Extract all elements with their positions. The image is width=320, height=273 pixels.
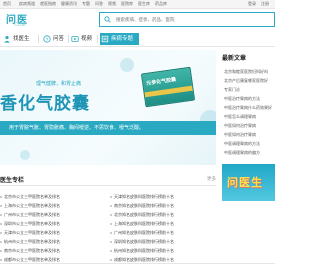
list-item[interactable]: 广州知名皮肤科医院排行榜前十名 [110, 228, 216, 237]
topbar-link-disease[interactable]: 疾病频道 [19, 1, 35, 7]
sidebar-title: 最新文章 [222, 56, 247, 62]
list-item[interactable]: 北京知名皮肤科医院排行榜前十名 [110, 210, 216, 219]
nav-item-disease-topic[interactable]: 疾病专题 [100, 33, 140, 45]
list-item[interactable]: 北京市公立三甲医院名单及排名 [0, 192, 106, 201]
sidebar-ad[interactable]: 问医生 [222, 164, 275, 201]
nav-item-label: 疾病专题 [111, 36, 134, 42]
list-item[interactable]: 上海知名皮肤科医院排行榜前十名 [110, 219, 216, 228]
list-item[interactable]: 杭州知名皮肤科医院排行榜前十名 [110, 246, 216, 255]
list-item[interactable]: 北京和睦家医院妇科好吗 [222, 67, 275, 76]
top-utility-bar: 首页 疾病频道 就医指南 健康资讯 专题 问答 视频 医院库 医生库 药品库 登… [0, 0, 275, 9]
list-item[interactable]: 天津知名皮肤科医院排行榜前十名 [110, 192, 216, 201]
topbar-link-qa[interactable]: 问答 [95, 1, 103, 7]
sidebar-ad-text: 问医生 [227, 177, 263, 189]
topbar-link-hospital[interactable]: 医院库 [121, 1, 133, 7]
list-item[interactable]: 中医如何治疗胃病 [222, 121, 275, 130]
banner-description: 用于胃脘气胀、胃隐胀痛、胸闷嗳逆、不思饮食、嗳气泛酸。 [9, 125, 145, 131]
banner-tagline: 理气健脾，和胃止痛 [36, 81, 82, 87]
list-item[interactable]: 中医调理胃病的方法 [222, 139, 275, 148]
nav-item-video[interactable]: 视频 [70, 33, 92, 45]
svg-text:?: ? [46, 37, 49, 43]
decor-dot [120, 58, 134, 72]
list-item[interactable]: 广州市公立三甲医院名单及排名 [0, 210, 106, 219]
section-title: 医生专栏 [0, 178, 25, 184]
register-link[interactable]: 注册 [261, 1, 269, 7]
topbar-link-guide[interactable]: 就医指南 [40, 1, 56, 7]
list-item[interactable]: 杭州市公立三甲医院名单及排名 [0, 237, 106, 246]
video-icon [71, 36, 79, 42]
more-link[interactable]: 更多 [207, 176, 216, 182]
topbar-link-home[interactable]: 首页 [3, 1, 11, 7]
topbar-link-doctor[interactable]: 医生库 [138, 1, 150, 7]
list-item[interactable]: 天津市公立三甲医院名单及排名 [0, 228, 106, 237]
list-item[interactable]: 上海市公立三甲医院名单及排名 [0, 201, 106, 210]
list-item[interactable]: 中医治疗胃病什么药效果好 [222, 103, 275, 112]
site-header: 问医 COM [0, 9, 275, 31]
search-box [99, 12, 275, 27]
logo-subtext: COM [14, 22, 26, 28]
topbar-link-drug[interactable]: 药品库 [155, 1, 167, 7]
banner-title: 香化气胶囊 [0, 94, 90, 113]
question-icon: ? [43, 35, 51, 43]
nav-item-qa[interactable]: ? 问答 [42, 33, 64, 45]
product-box-label: 元参化气胶囊 [145, 76, 177, 87]
nav-item-label: 问答 [53, 36, 65, 42]
doctor-icon [4, 35, 10, 43]
nav-item-label: 视频 [81, 36, 93, 42]
product-box-image: 元参化气胶囊 [140, 66, 196, 108]
decor-dot [20, 150, 30, 160]
next-section-divider [0, 263, 275, 273]
list-item[interactable]: 北京产后康复哪家医院好 [222, 76, 275, 85]
topic-icon [101, 35, 109, 43]
sidebar: 最新文章 北京和睦家医院妇科好吗 北京产后康复哪家医院好 专家门诊 中医治疗胃病… [222, 50, 275, 273]
list-item[interactable]: 中医怎么调理胃病 [222, 112, 275, 121]
site-logo[interactable]: 问医 COM [0, 11, 42, 29]
section-header: 医生专栏 更多 [0, 174, 216, 186]
nav-divider [38, 35, 39, 43]
nav-item-find-doctor[interactable]: 找医生 [2, 33, 30, 45]
login-link[interactable]: 登录 [248, 1, 256, 7]
main-nav: 找医生 ? 问答 视频 疾病专题 [0, 31, 275, 47]
list-item[interactable]: 深圳市公立三甲医院名单及排名 [0, 219, 106, 228]
list-item[interactable]: 中医治疗胃病的方法 [222, 94, 275, 103]
list-item[interactable]: 专家门诊 [222, 85, 275, 94]
product-box-band [144, 85, 193, 98]
list-item[interactable]: 深圳知名皮肤科医院排行榜前十名 [110, 237, 216, 246]
list-item[interactable]: 中医如何治疗胃病 [222, 130, 275, 139]
list-item[interactable]: 南京市公立三甲医院名单及排名 [0, 246, 106, 255]
nav-divider [68, 35, 69, 43]
search-input[interactable] [100, 13, 274, 26]
list-item[interactable]: 中医调理胃病的偏方 [222, 148, 275, 157]
nav-divider [97, 35, 98, 43]
topbar-link-news[interactable]: 健康资讯 [61, 1, 77, 7]
list-item[interactable]: 南京知名皮肤科医院排行榜前十名 [110, 201, 216, 210]
topbar-link-topic[interactable]: 专题 [82, 1, 90, 7]
promo-banner[interactable]: 理气健脾，和胃止痛 香化气胶囊 元参化气胶囊 用于胃脘气胀、胃隐胀痛、胸闷嗳逆、… [0, 50, 216, 165]
topbar-link-video[interactable]: 视频 [108, 1, 116, 7]
nav-item-label: 找医生 [13, 36, 30, 42]
